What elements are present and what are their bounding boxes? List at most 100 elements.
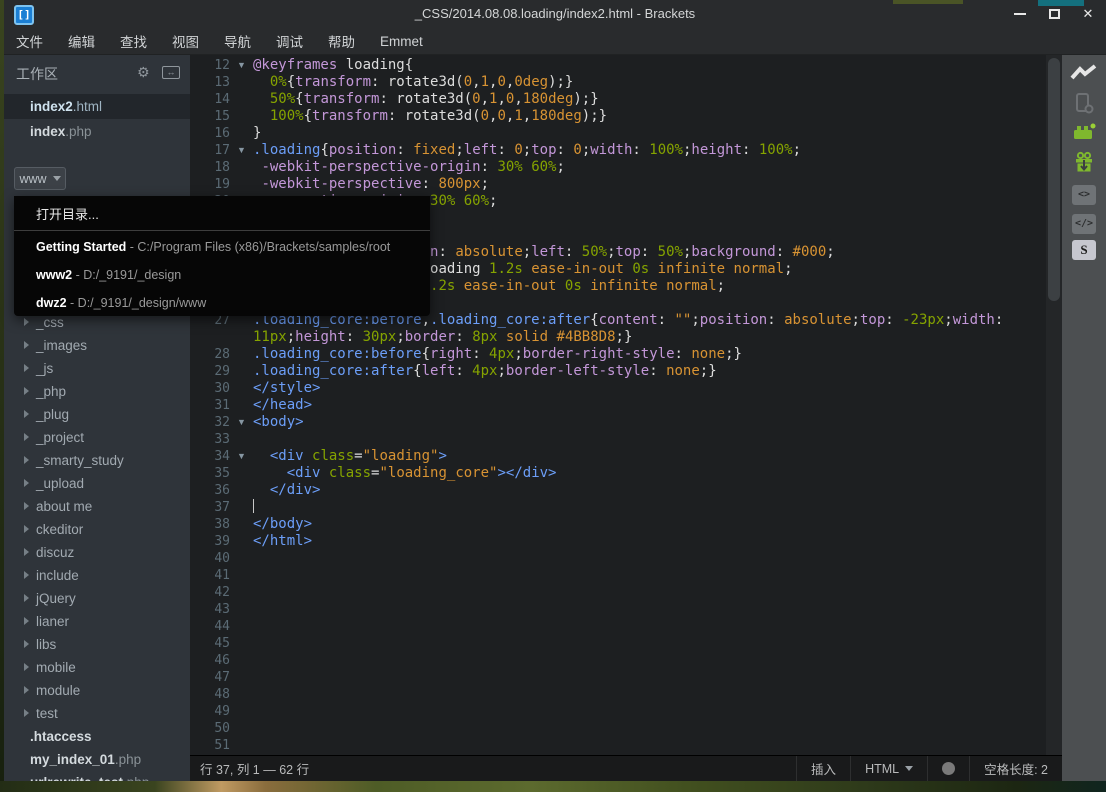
tree-item-discuz[interactable]: discuz [4, 541, 190, 564]
gear-icon[interactable]: ⚙ [137, 64, 150, 81]
code-line[interactable]: 19 -webkit-perspective: 800px; [190, 176, 1046, 193]
code-line[interactable]: 37 [190, 499, 1046, 516]
file-ext: .php [65, 124, 91, 139]
menu-item-导航[interactable]: 导航 [224, 31, 251, 51]
fold-arrow-icon[interactable]: ▼ [237, 57, 246, 74]
code-line[interactable]: 18 -webkit-perspective-origin: 30% 60%; [190, 159, 1046, 176]
code-line[interactable]: 31</head> [190, 397, 1046, 414]
tree-item-_php[interactable]: _php [4, 380, 190, 403]
tree-item-ckeditor[interactable]: ckeditor [4, 518, 190, 541]
tree-item-about me[interactable]: about me [4, 495, 190, 518]
code-line[interactable]: 11px;height: 30px;border: 8px solid #4BB… [190, 329, 1046, 346]
menu-item-编辑[interactable]: 编辑 [68, 31, 95, 51]
extension-manager-icon[interactable] [1062, 119, 1106, 145]
tree-item-urlrewrite_test[interactable]: urlrewrite_test.php [4, 771, 190, 781]
extension-updates-gift-icon[interactable] [1062, 149, 1106, 175]
fold-arrow-icon[interactable]: ▼ [237, 448, 246, 465]
code-line[interactable]: 39</html> [190, 533, 1046, 550]
code-line[interactable]: 49 [190, 703, 1046, 720]
code-line[interactable]: 45 [190, 635, 1046, 652]
fold-arrow-icon[interactable]: ▼ [237, 142, 246, 159]
working-file-index2.html[interactable]: index2.html [4, 94, 190, 119]
menu-item-视图[interactable]: 视图 [172, 31, 199, 51]
language-selector[interactable]: HTML [850, 756, 927, 781]
tree-item-include[interactable]: include [4, 564, 190, 587]
tree-item-lianer[interactable]: lianer [4, 610, 190, 633]
tree-item-_js[interactable]: _js [4, 357, 190, 380]
line-number: 42 [190, 584, 230, 601]
project-entry-name: Getting Started [36, 240, 126, 254]
code-line[interactable]: 51 [190, 737, 1046, 754]
token: 0 [481, 108, 489, 124]
menu-item-Emmet[interactable]: Emmet [380, 34, 423, 49]
tree-item-_plug[interactable]: _plug [4, 403, 190, 426]
tree-item-_upload[interactable]: _upload [4, 472, 190, 495]
code-line[interactable]: 41 [190, 567, 1046, 584]
code-line[interactable]: 35 <div class="loading_core"></div> [190, 465, 1046, 482]
code-line[interactable]: 36 </div> [190, 482, 1046, 499]
code-line[interactable]: 33 [190, 431, 1046, 448]
tree-item-mobile[interactable]: mobile [4, 656, 190, 679]
code-line[interactable]: 40 [190, 550, 1046, 567]
token: : [481, 159, 498, 175]
code-line[interactable]: 28.loading_core:before{right: 4px;border… [190, 346, 1046, 363]
s-extension-icon[interactable]: S [1062, 237, 1106, 263]
code-line[interactable]: 17▼.loading{position: fixed;left: 0;top:… [190, 142, 1046, 159]
code-line[interactable]: 50 [190, 720, 1046, 737]
code-line[interactable]: 15 100%{transform: rotate3d(0,0,1,180deg… [190, 108, 1046, 125]
menu-item-帮助[interactable]: 帮助 [328, 31, 355, 51]
menu-item-查找[interactable]: 查找 [120, 31, 147, 51]
fold-arrow-icon[interactable]: ▼ [237, 414, 246, 431]
code-text [253, 499, 254, 516]
tree-item-my_index_01[interactable]: my_index_01.php [4, 748, 190, 771]
code-line[interactable]: 42 [190, 584, 1046, 601]
minimize-button[interactable] [1012, 7, 1028, 21]
code-line[interactable]: 46 [190, 652, 1046, 669]
project-dropdown-button[interactable]: www [14, 167, 66, 190]
code-line[interactable]: 38</body> [190, 516, 1046, 533]
file-label: my_index_01.php [30, 748, 141, 771]
live-preview-icon[interactable] [1062, 60, 1106, 86]
tree-item-_project[interactable]: _project [4, 426, 190, 449]
scrollbar-thumb[interactable] [1048, 58, 1060, 301]
tree-item-_smarty_study[interactable]: _smarty_study [4, 449, 190, 472]
code-line[interactable]: 44 [190, 618, 1046, 635]
status-indicator[interactable] [927, 756, 969, 781]
split-view-icon[interactable]: ↔ [162, 66, 180, 79]
recent-project-dwz2[interactable]: dwz2 - D:/_9191/_design/www [36, 296, 206, 316]
token: 8px [472, 329, 497, 345]
code-line[interactable]: 30</style> [190, 380, 1046, 397]
menu-item-调试[interactable]: 调试 [276, 31, 303, 51]
tree-item-.htaccess[interactable]: .htaccess [4, 725, 190, 748]
close-button[interactable]: ✕ [1080, 7, 1096, 21]
text-cursor [253, 499, 254, 513]
maximize-button[interactable] [1046, 7, 1062, 21]
tree-item-jQuery[interactable]: jQuery [4, 587, 190, 610]
code-fold-icon[interactable]: </> [1062, 211, 1106, 237]
code-line[interactable]: 32▼<body> [190, 414, 1046, 431]
menu-item-文件[interactable]: 文件 [16, 31, 43, 51]
insert-mode-indicator[interactable]: 插入 [796, 756, 850, 781]
tree-item-module[interactable]: module [4, 679, 190, 702]
code-line[interactable]: 14 50%{transform: rotate3d(0,1,0,180deg)… [190, 91, 1046, 108]
code-line[interactable]: 48 [190, 686, 1046, 703]
working-file-index.php[interactable]: index.php [4, 119, 190, 144]
recent-project-www2[interactable]: www2 - D:/_9191/_design [36, 268, 181, 288]
recent-project-Getting Started[interactable]: Getting Started - C:/Program Files (x86)… [36, 240, 390, 260]
tree-item-libs[interactable]: libs [4, 633, 190, 656]
mobile-preview-icon[interactable] [1062, 90, 1106, 116]
code-line[interactable]: 47 [190, 669, 1046, 686]
code-line[interactable]: 43 [190, 601, 1046, 618]
code-line[interactable]: 16} [190, 125, 1046, 142]
tree-item-test[interactable]: test [4, 702, 190, 725]
code-line[interactable]: 34▼ <div class="loading"> [190, 448, 1046, 465]
code-line[interactable]: 29.loading_core:after{left: 4px;border-l… [190, 363, 1046, 380]
code-line[interactable]: 13 0%{transform: rotate3d(0,1,0,0deg);} [190, 74, 1046, 91]
code-overview-icon[interactable]: <> [1062, 182, 1106, 208]
indent-setting[interactable]: 空格长度: 2 [969, 756, 1062, 781]
code-editor[interactable]: 12▼@keyframes loading{13 0%{transform: r… [190, 55, 1046, 755]
editor-scrollbar[interactable] [1046, 55, 1062, 755]
open-folder-menu-item[interactable]: 打开目录... [36, 204, 99, 223]
tree-item-_images[interactable]: _images [4, 334, 190, 357]
code-line[interactable]: 12▼@keyframes loading{ [190, 57, 1046, 74]
